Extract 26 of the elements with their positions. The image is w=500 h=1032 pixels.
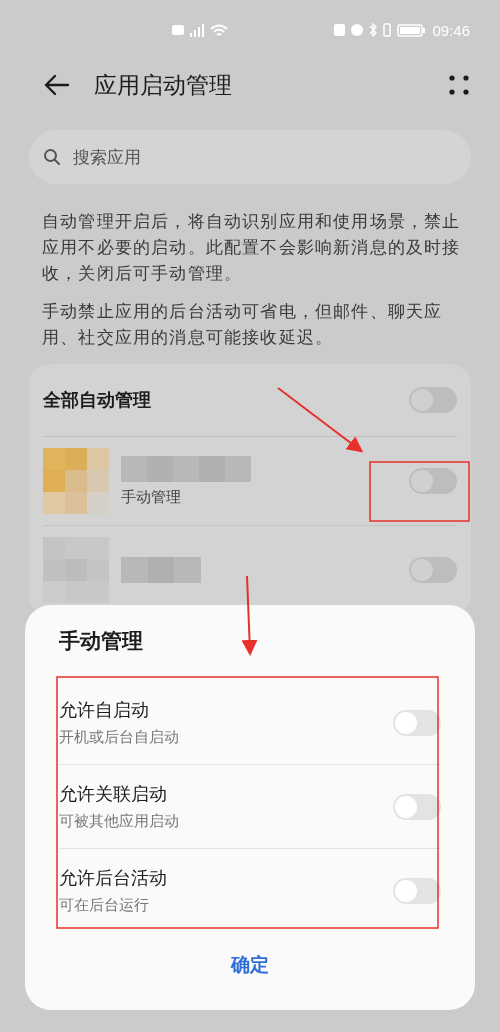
signal-icon: [190, 23, 204, 37]
option-label: 允许自启动: [59, 698, 150, 722]
option-label: 允许后台活动: [59, 866, 167, 890]
battery-icon: [397, 23, 427, 37]
sheet-title: 手动管理: [59, 628, 144, 655]
wifi-icon: [210, 23, 228, 37]
back-icon[interactable]: [44, 74, 70, 96]
bluetooth-icon: [369, 23, 378, 37]
more-icon[interactable]: [448, 74, 470, 96]
description-text: 自动管理开启后，将自动识别应用和使用场景，禁止应用不必要的启动。此配置不会影响新消息的及时接收，关闭后可手动管理。: [42, 210, 462, 285]
search-field[interactable]: 搜索应用: [29, 130, 471, 184]
option-description: 开机或后台自启动: [59, 728, 179, 747]
option-description: 可被其他应用启动: [59, 812, 179, 831]
app-status-text: 手动管理: [121, 487, 182, 507]
search-icon: [43, 148, 61, 166]
option-label: 允许关联启动: [59, 782, 168, 806]
page-title: 应用启动管理: [94, 70, 232, 100]
row-label: 全部自动管理: [43, 388, 151, 412]
confirm-button[interactable]: 确定: [217, 946, 283, 984]
search-input[interactable]: 搜索应用: [71, 146, 457, 168]
description-text: 手动禁止应用的后台活动可省电，但邮件、聊天应用、社交应用的消息可能接收延迟。: [42, 300, 444, 349]
option-description: 可在后台运行: [59, 896, 150, 915]
toggle-switch[interactable]: [393, 877, 441, 904]
toggle-switch[interactable]: [393, 793, 441, 820]
blurred-app-icon: [43, 448, 109, 514]
toggle-switch[interactable]: [393, 709, 441, 736]
